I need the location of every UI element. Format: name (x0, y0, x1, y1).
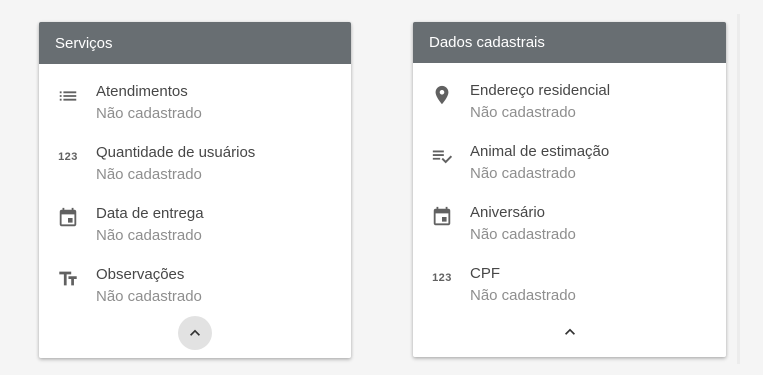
item-value: Não cadastrado (96, 166, 202, 183)
item-label: Aniversário (470, 204, 546, 221)
item-value: Não cadastrado (96, 105, 202, 122)
item-value: Não cadastrado (470, 104, 576, 121)
location-pin-icon (431, 84, 453, 106)
item-label: Endereço residencial (470, 82, 611, 99)
item-label: Data de entrega (96, 205, 204, 222)
personal-data-list: Endereço residencial Não cadastrado Anim… (413, 63, 726, 307)
item-label: Observações (96, 266, 185, 283)
item-value: Não cadastrado (470, 226, 576, 243)
item-value: Não cadastrado (470, 165, 576, 182)
numbers-icon: 123 (58, 151, 78, 163)
services-card-header: Serviços (39, 22, 351, 64)
divider (737, 14, 740, 364)
list-item: Animal de estimação Não cadastrado (413, 124, 726, 185)
list-item: Data de entrega Não cadastrado (39, 186, 351, 247)
list-item: Endereço residencial Não cadastrado (413, 63, 726, 124)
list-item: 123 CPF Não cadastrado (413, 246, 726, 307)
item-label: Quantidade de usuários (96, 144, 256, 161)
personal-data-card: Dados cadastrais Endereço residencial Nã… (413, 22, 726, 357)
item-value: Não cadastrado (470, 287, 576, 304)
item-label: CPF (470, 265, 500, 282)
calendar-icon (431, 206, 453, 228)
item-value: Não cadastrado (96, 288, 202, 305)
list-item: Aniversário Não cadastrado (413, 185, 726, 246)
list-icon (57, 85, 79, 107)
numbers-icon: 123 (432, 272, 452, 284)
chevron-up-icon (565, 328, 575, 335)
collapse-button[interactable] (178, 316, 212, 350)
chevron-up-icon (190, 329, 200, 336)
list-item: 123 Quantidade de usuários Não cadastrad… (39, 125, 351, 186)
item-label: Atendimentos (96, 83, 188, 100)
collapse-button[interactable] (553, 315, 587, 349)
item-value: Não cadastrado (96, 227, 202, 244)
calendar-icon (57, 207, 79, 229)
checklist-icon (431, 145, 453, 167)
services-card: Serviços Atendimentos Não cadastrado 123… (39, 22, 351, 358)
services-list: Atendimentos Não cadastrado 123 Quantida… (39, 64, 351, 308)
list-item: Atendimentos Não cadastrado (39, 64, 351, 125)
personal-data-card-header: Dados cadastrais (413, 22, 726, 63)
list-item: Observações Não cadastrado (39, 247, 351, 308)
item-label: Animal de estimação (470, 143, 610, 160)
text-fields-icon (57, 268, 79, 290)
